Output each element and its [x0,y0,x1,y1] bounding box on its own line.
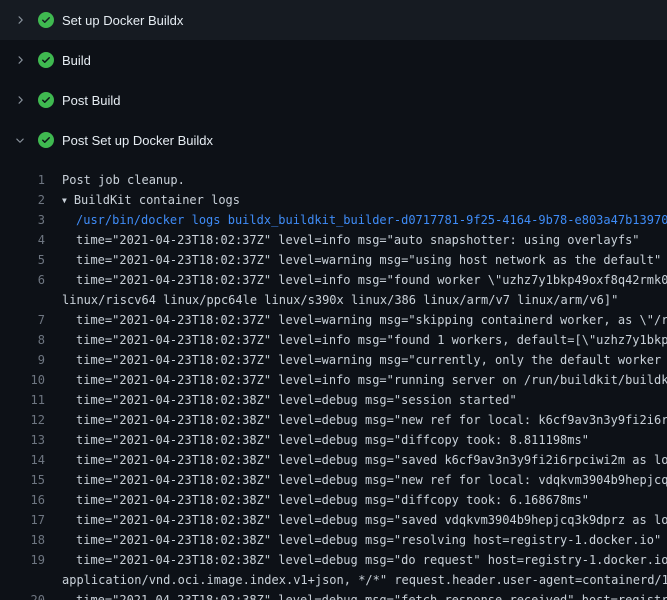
log-line-text: ▼ BuildKit container logs [45,190,667,210]
log-line: 5 time="2021-04-23T18:02:37Z" level=warn… [0,250,667,270]
log-line: 20 time="2021-04-23T18:02:38Z" level=deb… [0,590,667,600]
log-line: application/vnd.oci.image.index.v1+json,… [0,570,667,590]
log-line-number[interactable]: 4 [0,230,45,250]
log-line: 7 time="2021-04-23T18:02:37Z" level=warn… [0,310,667,330]
section-header-post-build[interactable]: Post Build [0,80,667,120]
log-line-text: time="2021-04-23T18:02:38Z" level=debug … [45,390,667,410]
log-line: 14 time="2021-04-23T18:02:38Z" level=deb… [0,450,667,470]
log-line: 1 Post job cleanup. [0,170,667,190]
step-label: Post Build [62,93,121,108]
section-header-post-setup-docker-buildx[interactable]: Post Set up Docker Buildx [0,120,667,160]
chevron-right-icon [12,12,28,28]
log-line-text: time="2021-04-23T18:02:37Z" level=info m… [45,270,667,290]
log-line-number[interactable]: 17 [0,510,45,530]
log-line: 19 time="2021-04-23T18:02:38Z" level=deb… [0,550,667,570]
section-header-setup-docker-buildx[interactable]: Set up Docker Buildx [0,0,667,40]
log-line-text: time="2021-04-23T18:02:37Z" level=info m… [45,330,667,350]
log-line-text: time="2021-04-23T18:02:38Z" level=debug … [45,470,667,490]
log-line-number[interactable]: 15 [0,470,45,490]
log-line-text: /usr/bin/docker logs buildx_buildkit_bui… [45,210,667,230]
log-line-number [0,570,45,590]
log-line-text: time="2021-04-23T18:02:38Z" level=debug … [45,450,667,470]
log-line-number[interactable]: 16 [0,490,45,510]
log-line: 12 time="2021-04-23T18:02:38Z" level=deb… [0,410,667,430]
log-line-number[interactable]: 8 [0,330,45,350]
log-line-number[interactable]: 6 [0,270,45,290]
log-line-number[interactable]: 14 [0,450,45,470]
log-line-text: time="2021-04-23T18:02:37Z" level=warnin… [45,350,667,370]
log-line-text: time="2021-04-23T18:02:38Z" level=debug … [45,510,667,530]
log-line-number[interactable]: 10 [0,370,45,390]
log-line: linux/riscv64 linux/ppc64le linux/s390x … [0,290,667,310]
log-line-text: Post job cleanup. [45,170,667,190]
log-line-text: time="2021-04-23T18:02:38Z" level=debug … [45,590,667,600]
log-line: 13 time="2021-04-23T18:02:38Z" level=deb… [0,430,667,450]
log-line-number[interactable]: 13 [0,430,45,450]
log-line: 3 /usr/bin/docker logs buildx_buildkit_b… [0,210,667,230]
step-label: Build [62,53,91,68]
step-label: Set up Docker Buildx [62,13,183,28]
log-line-number[interactable]: 5 [0,250,45,270]
log-line: 9 time="2021-04-23T18:02:37Z" level=warn… [0,350,667,370]
actions-log-viewer: Set up Docker Buildx Build Post Build Po… [0,0,667,600]
log-line-number[interactable]: 11 [0,390,45,410]
chevron-right-icon [12,92,28,108]
log-line-text: time="2021-04-23T18:02:38Z" level=debug … [45,550,667,570]
log-line-number[interactable]: 9 [0,350,45,370]
log-group-toggle[interactable]: 2 ▼ BuildKit container logs [0,190,667,210]
log-line-number [0,290,45,310]
log-line-number[interactable]: 7 [0,310,45,330]
log-line-text: time="2021-04-23T18:02:38Z" level=debug … [45,490,667,510]
step-label: Post Set up Docker Buildx [62,133,213,148]
group-caret-down-icon: ▼ [62,191,67,210]
log-line-text: time="2021-04-23T18:02:38Z" level=debug … [45,530,667,550]
log-line-number[interactable]: 12 [0,410,45,430]
log-line: 8 time="2021-04-23T18:02:37Z" level=info… [0,330,667,350]
log-lines: 1 Post job cleanup. 2 ▼ BuildKit containe… [0,160,667,600]
log-line-number[interactable]: 3 [0,210,45,230]
log-line-text: time="2021-04-23T18:02:37Z" level=warnin… [45,250,667,270]
log-line-text: time="2021-04-23T18:02:38Z" level=debug … [45,410,667,430]
check-circle-icon [38,132,54,148]
log-line-text: application/vnd.oci.image.index.v1+json,… [45,570,667,590]
check-circle-icon [38,12,54,28]
log-line-text: linux/riscv64 linux/ppc64le linux/s390x … [45,290,667,310]
check-circle-icon [38,52,54,68]
log-group-label: BuildKit container logs [74,193,240,207]
log-line-text: time="2021-04-23T18:02:37Z" level=info m… [45,370,667,390]
log-line: 16 time="2021-04-23T18:02:38Z" level=deb… [0,490,667,510]
section-header-build[interactable]: Build [0,40,667,80]
log-line: 11 time="2021-04-23T18:02:38Z" level=deb… [0,390,667,410]
log-line: 17 time="2021-04-23T18:02:38Z" level=deb… [0,510,667,530]
log-line-number[interactable]: 19 [0,550,45,570]
log-line: 4 time="2021-04-23T18:02:37Z" level=info… [0,230,667,250]
log-line-text: time="2021-04-23T18:02:37Z" level=info m… [45,230,667,250]
log-line-number[interactable]: 2 [0,190,45,210]
chevron-down-icon [12,132,28,148]
chevron-right-icon [12,52,28,68]
log-line-text: time="2021-04-23T18:02:38Z" level=debug … [45,430,667,450]
log-line: 6 time="2021-04-23T18:02:37Z" level=info… [0,270,667,290]
log-line-number[interactable]: 18 [0,530,45,550]
log-line-number[interactable]: 1 [0,170,45,190]
log-line-number[interactable]: 20 [0,590,45,600]
log-line-text: time="2021-04-23T18:02:37Z" level=warnin… [45,310,667,330]
log-line: 18 time="2021-04-23T18:02:38Z" level=deb… [0,530,667,550]
log-line: 10 time="2021-04-23T18:02:37Z" level=inf… [0,370,667,390]
check-circle-icon [38,92,54,108]
log-line: 15 time="2021-04-23T18:02:38Z" level=deb… [0,470,667,490]
